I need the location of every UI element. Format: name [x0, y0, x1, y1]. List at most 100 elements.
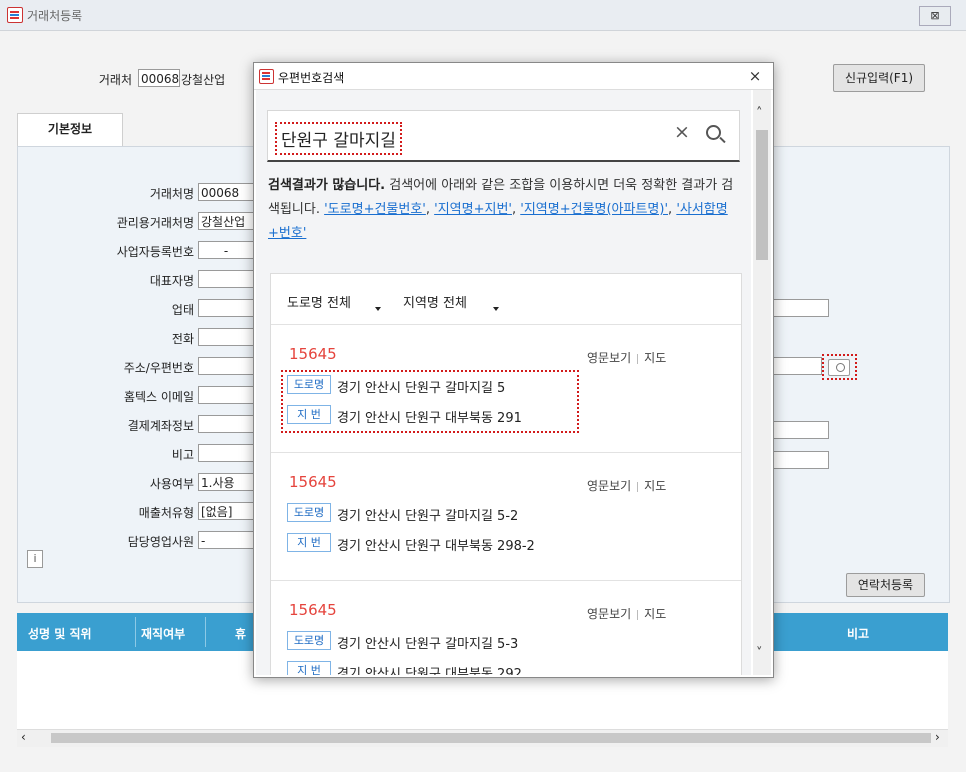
road-address[interactable]: 경기 안산시 단원구 갈마지길 5 — [337, 377, 505, 396]
english-view-link[interactable]: 영문보기 — [587, 479, 631, 493]
scroll-left-icon[interactable]: ‹ — [21, 730, 26, 744]
partner-label: 거래처 — [98, 73, 132, 87]
info-icon[interactable]: i — [27, 550, 43, 568]
result-list: 도로명 전체 지역명 전체 15645 영문보기 지도 도로명 경기 안산시 단원… — [270, 273, 742, 675]
road-tag: 도로명 — [287, 503, 331, 522]
jibun-tag: 지 번 — [287, 661, 331, 675]
result-item[interactable]: 15645 영문보기 지도 도로명 경기 안산시 단원구 갈마지길 5-3 지 번… — [271, 580, 741, 675]
map-link[interactable]: 지도 — [644, 351, 666, 365]
zip-search-popup: 우편번호검색 × 단원구 갈마지길 × 검색결과가 많습니다. 검색어에 아래와… — [253, 62, 774, 678]
field-label: 주소/우편번호 — [123, 361, 194, 375]
field-label: 업태 — [171, 303, 194, 317]
scroll-thumb[interactable] — [51, 733, 931, 743]
field-label: 전화 — [171, 332, 194, 346]
column-header[interactable]: 재직여부 — [141, 625, 185, 642]
column-divider — [205, 617, 206, 647]
caret-down-icon — [493, 307, 499, 311]
field-label: 비고 — [171, 448, 194, 462]
account-detail-field[interactable] — [772, 421, 829, 439]
result-item[interactable]: 15645 영문보기 지도 도로명 경기 안산시 단원구 갈마지길 5-2 지 번… — [271, 452, 741, 581]
jibun-tag: 지 번 — [287, 533, 331, 552]
map-link[interactable]: 지도 — [644, 607, 666, 621]
scroll-right-icon[interactable]: › — [935, 730, 940, 744]
road-tag: 도로명 — [287, 375, 331, 394]
phone-field[interactable] — [198, 328, 254, 346]
search-box[interactable]: 단원구 갈마지길 × — [267, 110, 740, 162]
business-item-field[interactable] — [772, 299, 829, 317]
result-links: 영문보기 지도 — [587, 349, 666, 366]
guide-link-region[interactable]: '지역명+지번' — [434, 202, 512, 217]
jibun-address[interactable]: 경기 안산시 단원구 대부북동 298-2 — [337, 535, 535, 554]
tab-basic-info[interactable]: 기본정보 — [17, 113, 123, 148]
field-label: 관리용거래처명 — [116, 216, 194, 230]
zip-code[interactable]: 15645 — [289, 345, 337, 363]
field-label: 거래처명 — [149, 187, 194, 201]
english-view-link[interactable]: 영문보기 — [587, 351, 631, 365]
window-title: 거래처등록 — [27, 9, 83, 23]
jibun-address[interactable]: 경기 안산시 단원구 대부북동 291 — [337, 407, 522, 426]
scroll-down-icon[interactable]: ˅ — [756, 646, 763, 661]
scroll-thumb[interactable] — [756, 130, 768, 260]
scroll-up-icon[interactable]: ˄ — [756, 106, 763, 121]
main-titlebar: 거래처등록 ⊠ — [0, 0, 966, 31]
hometax-email-field[interactable] — [198, 386, 254, 404]
field-label: 사업자등록번호 — [116, 245, 194, 259]
road-filter[interactable]: 도로명 전체 — [287, 292, 351, 311]
zip-code[interactable]: 15645 — [289, 473, 337, 491]
vertical-scrollbar[interactable]: ˄ ˅ — [753, 90, 771, 675]
caret-down-icon — [375, 307, 381, 311]
jibun-tag: 지 번 — [287, 405, 331, 424]
jibun-address[interactable]: 경기 안산시 단원구 대부북동 292 — [337, 663, 522, 675]
app-icon — [7, 7, 23, 23]
address-detail-field[interactable] — [772, 357, 822, 375]
map-link[interactable]: 지도 — [644, 479, 666, 493]
search-guide: 검색결과가 많습니다. 검색어에 아래와 같은 조합을 이용하시면 더욱 정확한… — [268, 178, 734, 241]
column-header[interactable]: 휴 — [235, 625, 246, 642]
road-address[interactable]: 경기 안산시 단원구 갈마지길 5-2 — [337, 505, 518, 524]
english-view-link[interactable]: 영문보기 — [587, 607, 631, 621]
guide-link-building[interactable]: '지역명+건물명(아파트명)' — [520, 202, 668, 217]
popup-title: 우편번호검색 — [278, 71, 345, 85]
use-status-select[interactable]: 1.사용 — [198, 473, 254, 491]
field-label: 사용여부 — [149, 477, 194, 491]
popup-titlebar: 우편번호검색 × — [254, 63, 773, 90]
memo-detail-field[interactable] — [772, 451, 829, 469]
guide-link-road[interactable]: '도로명+건물번호' — [324, 202, 426, 217]
column-header[interactable]: 성명 및 직위 — [28, 625, 92, 642]
contact-register-button[interactable]: 연락처등록 — [846, 573, 925, 597]
window-close-button[interactable]: ⊠ — [919, 6, 951, 26]
region-filter[interactable]: 지역명 전체 — [403, 292, 467, 311]
result-links: 영문보기 지도 — [587, 605, 666, 622]
search-input[interactable]: 단원구 갈마지길 — [275, 122, 402, 155]
result-item[interactable]: 15645 영문보기 지도 도로명 경기 안산시 단원구 갈마지길 5 지 번 경… — [271, 324, 741, 453]
bank-account-field[interactable] — [198, 415, 254, 433]
result-links: 영문보기 지도 — [587, 477, 666, 494]
field-label: 매출처유형 — [138, 506, 194, 520]
field-label: 담당영업사원 — [127, 535, 194, 549]
partner-code-field[interactable]: 00068 — [138, 69, 180, 87]
road-tag: 도로명 — [287, 631, 331, 650]
sales-type-select[interactable]: [없음] — [198, 502, 254, 520]
road-address[interactable]: 경기 안산시 단원구 갈마지길 5-3 — [337, 633, 518, 652]
address-field[interactable] — [198, 357, 254, 375]
search-icon — [836, 363, 845, 372]
zip-search-button[interactable] — [828, 359, 850, 376]
popup-close-button[interactable]: × — [745, 66, 765, 86]
business-type-field[interactable] — [198, 299, 254, 317]
ceo-name-field[interactable] — [198, 270, 254, 288]
manage-name-field[interactable]: 강철산업 — [198, 212, 254, 230]
business-number-field[interactable]: - — [198, 241, 254, 259]
clear-icon[interactable]: × — [674, 121, 690, 143]
sales-rep-field[interactable]: - — [198, 531, 254, 549]
search-icon[interactable] — [706, 125, 721, 140]
column-header[interactable]: 비고 — [847, 625, 869, 642]
partner-name-field[interactable]: 00068 — [198, 183, 254, 201]
new-entry-button[interactable]: 신규입력(F1) — [833, 64, 925, 92]
horizontal-scrollbar[interactable]: ‹ › — [17, 729, 948, 747]
memo-field[interactable] — [198, 444, 254, 462]
zip-code[interactable]: 15645 — [289, 601, 337, 619]
guide-bold: 검색결과가 많습니다. — [268, 178, 386, 193]
app-icon — [259, 69, 274, 84]
field-label: 홈텍스 이메일 — [123, 390, 194, 404]
partner-name: 강철산업 — [181, 73, 226, 87]
